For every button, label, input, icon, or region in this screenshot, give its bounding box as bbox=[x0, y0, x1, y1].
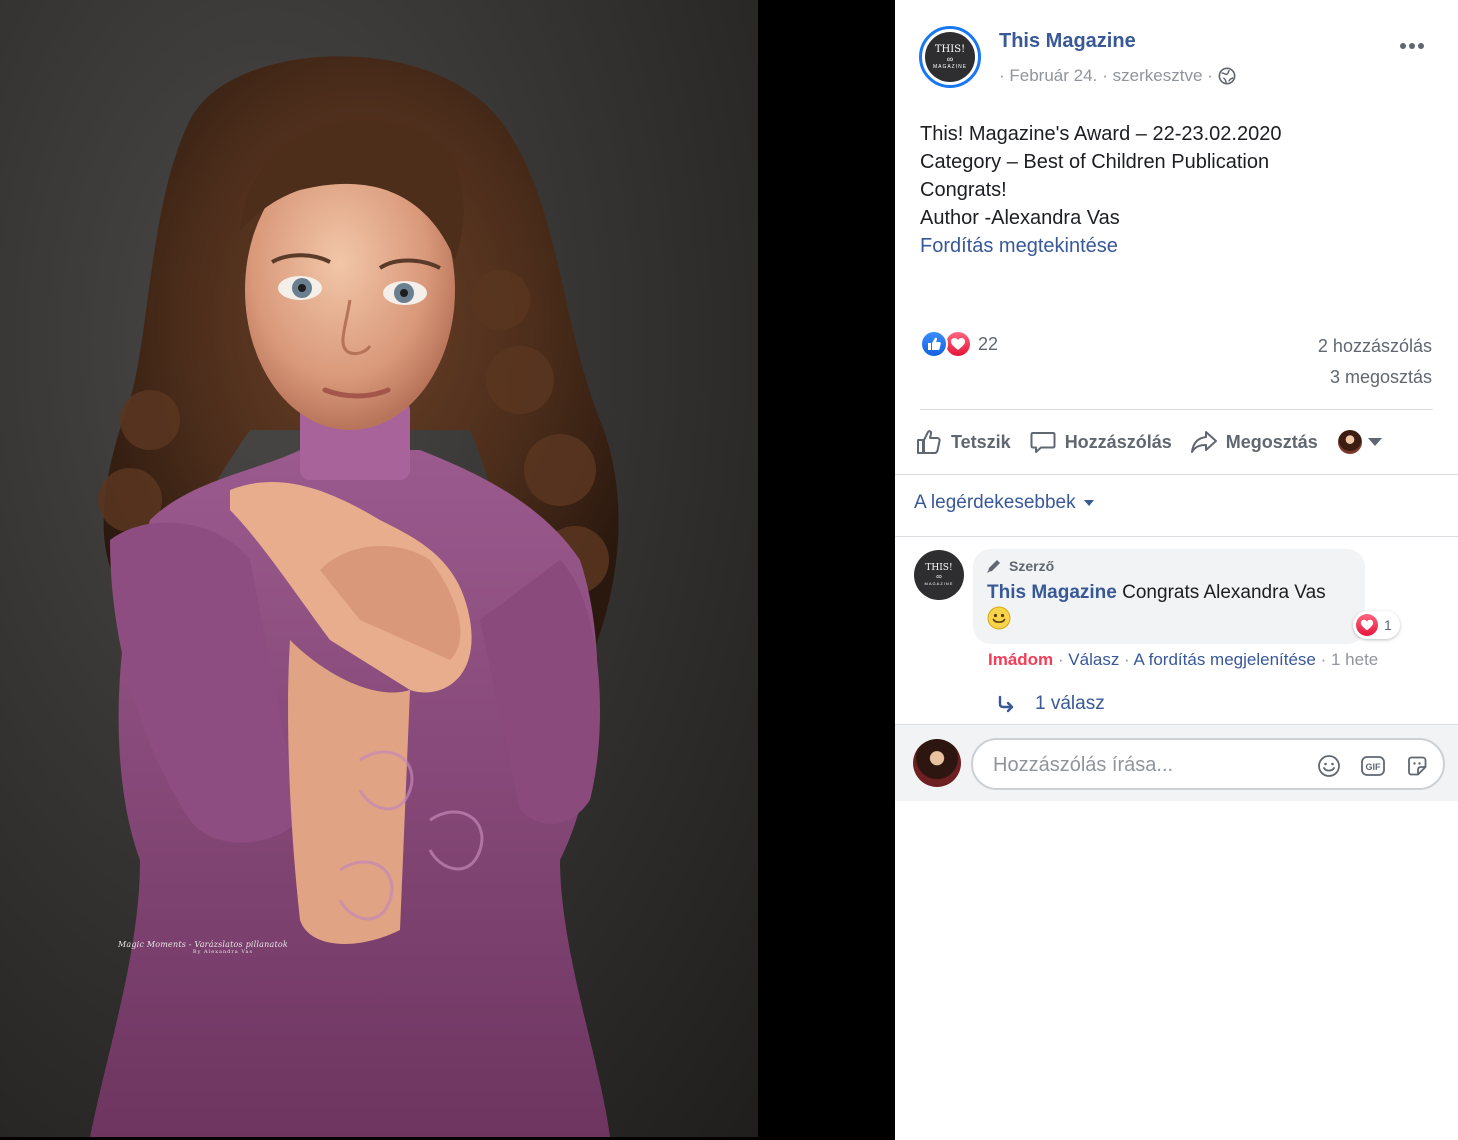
like-button[interactable]: Tetszik bbox=[915, 428, 1011, 456]
reaction-count: 22 bbox=[978, 333, 999, 354]
divider bbox=[920, 409, 1433, 410]
post-text-line: Author -Alexandra Vas bbox=[920, 207, 1120, 229]
share-arrow-icon bbox=[1190, 431, 1217, 453]
reply-button[interactable]: Válasz bbox=[1068, 650, 1119, 669]
photo-viewer: Magic Moments - Varázslatos pillanatok B… bbox=[0, 0, 895, 1140]
post-panel: THIS! ∞ MAGAZINE This Magazine · Február… bbox=[895, 0, 1458, 1140]
comment-text: This Magazine Congrats Alexandra Vas bbox=[987, 579, 1351, 634]
post-header: THIS! ∞ MAGAZINE This Magazine · Február… bbox=[895, 0, 1458, 110]
show-translation-link[interactable]: A fordítás megjelenítése bbox=[1134, 650, 1316, 669]
gif-icon[interactable]: GIF bbox=[1359, 752, 1387, 780]
comment-count-link[interactable]: 2 hozzászólás bbox=[1318, 336, 1432, 357]
see-translation-link[interactable]: Fordítás megtekintése bbox=[920, 232, 1440, 260]
comment-button[interactable]: Hozzászólás bbox=[1029, 428, 1172, 456]
smiley-emoji-icon bbox=[987, 606, 1011, 630]
post-text-line: Congrats! bbox=[920, 179, 1007, 201]
comment-author-link[interactable]: This Magazine bbox=[987, 582, 1117, 603]
post-text-line: Category – Best of Children Publication bbox=[920, 151, 1270, 173]
chevron-down-icon bbox=[1367, 438, 1382, 446]
author-badge: Szerző bbox=[985, 557, 1351, 575]
love-reaction-icon bbox=[944, 330, 972, 358]
divider bbox=[895, 474, 1458, 475]
sticker-icon[interactable] bbox=[1403, 752, 1431, 780]
pen-icon bbox=[987, 560, 1000, 573]
comment-reaction-badge[interactable]: 1 bbox=[1353, 611, 1400, 639]
thumbs-up-icon bbox=[917, 430, 941, 454]
page-avatar[interactable]: THIS! ∞ MAGAZINE bbox=[919, 26, 981, 88]
caret-down-icon bbox=[1083, 500, 1094, 506]
post-meta: · Február 24. · szerkesztve · bbox=[999, 66, 1236, 86]
view-replies-link[interactable]: 1 válasz bbox=[997, 693, 1105, 715]
magazine-logo: THIS! ∞ MAGAZINE bbox=[925, 32, 975, 82]
post-photo[interactable]: Magic Moments - Varázslatos pillanatok B… bbox=[0, 0, 758, 1137]
reaction-summary[interactable]: 22 bbox=[920, 330, 998, 358]
comment-input[interactable] bbox=[991, 750, 1295, 780]
comment-timestamp[interactable]: · 1 hete bbox=[1316, 650, 1379, 669]
reply-arrow-icon bbox=[998, 695, 1014, 713]
girl-portrait-illustration bbox=[90, 56, 619, 1137]
share-button[interactable]: Megosztás bbox=[1190, 428, 1318, 456]
comment-actions: Imádom · Válasz · A fordítás megjeleníté… bbox=[988, 650, 1379, 669]
globe-icon bbox=[1218, 67, 1236, 85]
emoji-icon[interactable] bbox=[1315, 752, 1343, 780]
user-avatar bbox=[1337, 430, 1362, 454]
comment-input-wrapper: GIF bbox=[971, 738, 1445, 790]
edited-label[interactable]: · szerkesztve · bbox=[1102, 66, 1213, 86]
comment-composer: GIF bbox=[895, 724, 1458, 801]
love-reaction-icon bbox=[1356, 614, 1378, 636]
post-body: This! Magazine's Award – 22-23.02.2020 C… bbox=[920, 120, 1440, 260]
comment-bubble: Szerző This Magazine Congrats Alexandra … bbox=[973, 549, 1365, 644]
post-date[interactable]: · Február 24. bbox=[999, 66, 1097, 86]
share-count-link[interactable]: 3 megosztás bbox=[1330, 367, 1432, 388]
divider bbox=[895, 536, 1458, 537]
more-options-button[interactable] bbox=[1400, 36, 1430, 49]
photo-watermark: Magic Moments - Varázslatos pillanatok B… bbox=[118, 940, 288, 955]
love-comment-button[interactable]: Imádom bbox=[988, 650, 1053, 669]
post-text-line: This! Magazine's Award – 22-23.02.2020 bbox=[920, 123, 1282, 145]
page-name-link[interactable]: This Magazine bbox=[999, 30, 1136, 53]
post-action-bar: Tetszik Hozzászólás Megosztás bbox=[915, 420, 1435, 464]
comment-sort-dropdown[interactable]: A legérdekesebbek bbox=[914, 492, 1094, 514]
composer-tools: GIF bbox=[1315, 752, 1431, 780]
comment-body: Congrats Alexandra Vas bbox=[1122, 582, 1326, 603]
svg-text:GIF: GIF bbox=[1366, 762, 1382, 772]
current-user-avatar[interactable] bbox=[913, 739, 961, 787]
commenter-avatar[interactable]: THIS! ∞ MAGAZINE bbox=[914, 550, 964, 600]
post-as-selector[interactable] bbox=[1337, 430, 1382, 454]
like-reaction-icon bbox=[920, 330, 948, 358]
comment-bubble-icon bbox=[1030, 432, 1056, 453]
